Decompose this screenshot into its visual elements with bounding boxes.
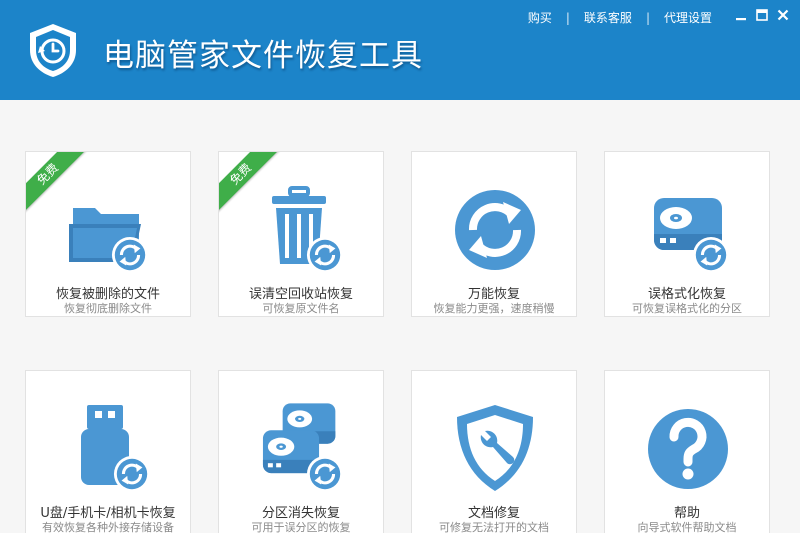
recycle-bin-recovery-tile[interactable]: 免费 误清空回收站恢复 可恢复原文件名 [218, 151, 384, 317]
link-separator: | [645, 10, 650, 25]
usb-restore-icon [59, 399, 159, 499]
maximize-icon[interactable] [755, 8, 769, 22]
universal-restore-icon [445, 180, 545, 280]
link-separator: | [565, 10, 570, 25]
help-tile[interactable]: 帮助 向导式软件帮助文档 [604, 370, 770, 533]
help-icon [638, 399, 738, 499]
tile-description: 可用于误分区的恢复 [251, 521, 351, 533]
tile-description: 恢复彻底删除文件 [64, 302, 152, 315]
tile-description: 向导式软件帮助文档 [637, 521, 737, 533]
window-controls [734, 8, 790, 22]
tile-description: 恢复能力更强，速度稍慢 [433, 302, 555, 315]
tile-description: 有效恢复各种外接存储设备 [42, 521, 174, 533]
buy-link[interactable]: 购买 [528, 9, 552, 26]
shield-clock-icon [23, 20, 83, 80]
folder-restore-icon [59, 180, 159, 280]
partition-recovery-tile[interactable]: 分区消失恢复 可用于误分区的恢复 [218, 370, 384, 533]
disk-restore-icon [638, 180, 738, 280]
universal-recovery-tile[interactable]: 万能恢复 恢复能力更强，速度稍慢 [411, 151, 577, 317]
contact-support-link[interactable]: 联系客服 [584, 9, 632, 26]
tile-description: 可恢复误格式化的分区 [632, 302, 742, 315]
app-title: 电脑管家文件恢复工具 [103, 38, 423, 74]
close-icon[interactable] [776, 8, 790, 22]
app-header: 电脑管家文件恢复工具 购买 | 联系客服 | 代理设置 [0, 0, 800, 100]
top-links: 购买 | 联系客服 | 代理设置 [528, 9, 712, 26]
trash-restore-icon [252, 180, 352, 280]
tile-description: 可修复无法打开的文档 [439, 521, 549, 533]
tile-description: 可恢复原文件名 [262, 302, 340, 315]
minimize-icon[interactable] [734, 8, 748, 22]
document-repair-tile[interactable]: 文档修复 可修复无法打开的文档 [411, 370, 577, 533]
recover-deleted-files-tile[interactable]: 免费 恢复被删除的文件 恢复彻底删除文件 [25, 151, 191, 317]
usb-card-recovery-tile[interactable]: U盘/手机卡/相机卡恢复 有效恢复各种外接存储设备 [25, 370, 191, 533]
document-repair-icon [445, 399, 545, 499]
proxy-settings-link[interactable]: 代理设置 [664, 9, 712, 26]
format-recovery-tile[interactable]: 误格式化恢复 可恢复误格式化的分区 [604, 151, 770, 317]
partition-restore-icon [252, 399, 352, 499]
